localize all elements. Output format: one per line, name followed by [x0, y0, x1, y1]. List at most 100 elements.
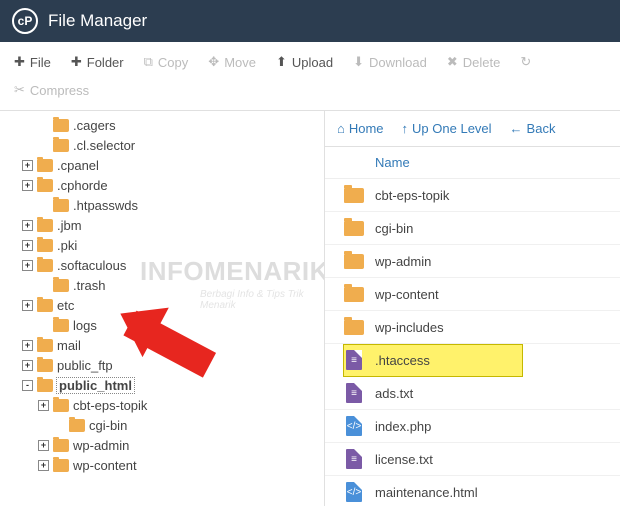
tree-label[interactable]: etc	[57, 298, 74, 313]
file-button[interactable]: ✚File	[4, 48, 61, 76]
file-list[interactable]: cbt-eps-topikcgi-binwp-adminwp-contentwp…	[325, 179, 620, 506]
expand-icon[interactable]: +	[22, 260, 33, 271]
file-row[interactable]: ≡license.txt	[325, 443, 620, 476]
tree-node[interactable]: + wp-admin	[6, 435, 318, 455]
tree-label[interactable]: public_html	[57, 378, 134, 393]
tree-node[interactable]: + .cpanel	[6, 155, 318, 175]
tree-label[interactable]: .cpanel	[57, 158, 99, 173]
file-row[interactable]: </>index.php	[325, 410, 620, 443]
tree-node[interactable]: + cbt-eps-topik	[6, 395, 318, 415]
tree-label[interactable]: cgi-bin	[89, 418, 127, 433]
expand-icon[interactable]: +	[22, 300, 33, 311]
folder-icon	[53, 439, 69, 452]
folder-icon	[53, 399, 69, 412]
tree-label[interactable]: .cl.selector	[73, 138, 135, 153]
folder-icon	[37, 239, 53, 252]
tree-node[interactable]: .trash	[6, 275, 318, 295]
expand-icon[interactable]: +	[22, 160, 33, 171]
tree-node[interactable]: + wp-content	[6, 455, 318, 475]
expand-icon[interactable]: +	[38, 460, 49, 471]
tree-node[interactable]: + .softaculous	[6, 255, 318, 275]
tree-node[interactable]: + public_ftp	[6, 355, 318, 375]
back-arrow-icon: ←	[510, 121, 523, 136]
folder-icon	[343, 217, 365, 239]
folder-icon	[37, 379, 53, 392]
tree-label[interactable]: wp-content	[73, 458, 137, 473]
copy-icon: ⧉	[144, 54, 153, 70]
tree-label[interactable]: .pki	[57, 238, 77, 253]
expand-icon[interactable]: +	[38, 440, 49, 451]
tree-node[interactable]: .cl.selector	[6, 135, 318, 155]
expander-blank	[38, 280, 49, 291]
tree-label[interactable]: mail	[57, 338, 81, 353]
file-row[interactable]: wp-admin	[325, 245, 620, 278]
expand-icon[interactable]: +	[22, 240, 33, 251]
file-row[interactable]: cgi-bin	[325, 212, 620, 245]
folder-icon	[37, 219, 53, 232]
tree-label[interactable]: .jbm	[57, 218, 82, 233]
file-row[interactable]: </> maintenance.html	[325, 476, 620, 506]
plus-icon: ✚	[14, 54, 25, 70]
file-icon: </>	[343, 481, 365, 503]
file-name: maintenance.html	[375, 485, 478, 500]
compress-button[interactable]: ✂Compress	[4, 76, 616, 104]
tree-label[interactable]: .htpasswds	[73, 198, 138, 213]
tree-node[interactable]: logs	[6, 315, 318, 335]
tree-label[interactable]: logs	[73, 318, 97, 333]
tree-node[interactable]: cgi-bin	[6, 415, 318, 435]
delete-button[interactable]: ✖Delete	[437, 48, 510, 76]
column-header-name[interactable]: Name	[325, 147, 620, 179]
back-button[interactable]: ←Back	[510, 121, 556, 136]
expand-icon[interactable]: +	[22, 220, 33, 231]
expander-blank	[38, 120, 49, 131]
file-row[interactable]: wp-includes	[325, 311, 620, 344]
expand-icon[interactable]: +	[22, 180, 33, 191]
cpanel-logo-icon: cP	[12, 8, 38, 34]
tree-label[interactable]: cbt-eps-topik	[73, 398, 147, 413]
plus-icon: ✚	[71, 54, 82, 70]
tree-node[interactable]: + .cphorde	[6, 175, 318, 195]
file-row[interactable]: wp-content	[325, 278, 620, 311]
expander-blank	[54, 420, 65, 431]
file-name: license.txt	[375, 452, 433, 467]
folder-icon	[343, 184, 365, 206]
tree-node[interactable]: + .jbm	[6, 215, 318, 235]
tree-node[interactable]: + etc	[6, 295, 318, 315]
file-nav: ⌂Home ↑Up One Level ←Back	[325, 111, 620, 147]
folder-button[interactable]: ✚Folder	[61, 48, 134, 76]
home-icon: ⌂	[337, 121, 345, 136]
tree-label[interactable]: .cphorde	[57, 178, 108, 193]
tree-label[interactable]: .trash	[73, 278, 106, 293]
folder-icon	[69, 419, 85, 432]
tree-node[interactable]: .htpasswds	[6, 195, 318, 215]
tree-node[interactable]: + .pki	[6, 235, 318, 255]
home-button[interactable]: ⌂Home	[337, 121, 384, 136]
tree-label[interactable]: .softaculous	[57, 258, 126, 273]
folder-tree[interactable]: INFOMENARIK Berbagi Info & Tips Trik Men…	[0, 111, 325, 506]
up-one-level-button[interactable]: ↑Up One Level	[402, 121, 492, 136]
tree-label[interactable]: wp-admin	[73, 438, 129, 453]
folder-icon	[53, 279, 69, 292]
restore-button[interactable]: ↻	[510, 48, 541, 76]
tree-node[interactable]: - public_html	[6, 375, 318, 395]
collapse-icon[interactable]: -	[22, 380, 33, 391]
tree-node[interactable]: .cagers	[6, 115, 318, 135]
file-row[interactable]: ≡.htaccess	[343, 344, 523, 377]
expand-icon[interactable]: +	[22, 360, 33, 371]
file-row[interactable]: ≡ads.txt	[325, 377, 620, 410]
expand-icon[interactable]: +	[22, 340, 33, 351]
folder-icon	[37, 159, 53, 172]
file-icon: ≡	[343, 382, 365, 404]
upload-button[interactable]: ⬆Upload	[266, 48, 343, 76]
tree-node[interactable]: + mail	[6, 335, 318, 355]
app-header: cP File Manager	[0, 0, 620, 42]
folder-icon	[343, 250, 365, 272]
expand-icon[interactable]: +	[38, 400, 49, 411]
move-button[interactable]: ✥Move	[198, 48, 266, 76]
file-row[interactable]: cbt-eps-topik	[325, 179, 620, 212]
tree-label[interactable]: public_ftp	[57, 358, 113, 373]
tree-label[interactable]: .cagers	[73, 118, 116, 133]
folder-icon	[53, 459, 69, 472]
copy-button[interactable]: ⧉Copy	[134, 48, 199, 76]
download-button[interactable]: ⬇Download	[343, 48, 437, 76]
